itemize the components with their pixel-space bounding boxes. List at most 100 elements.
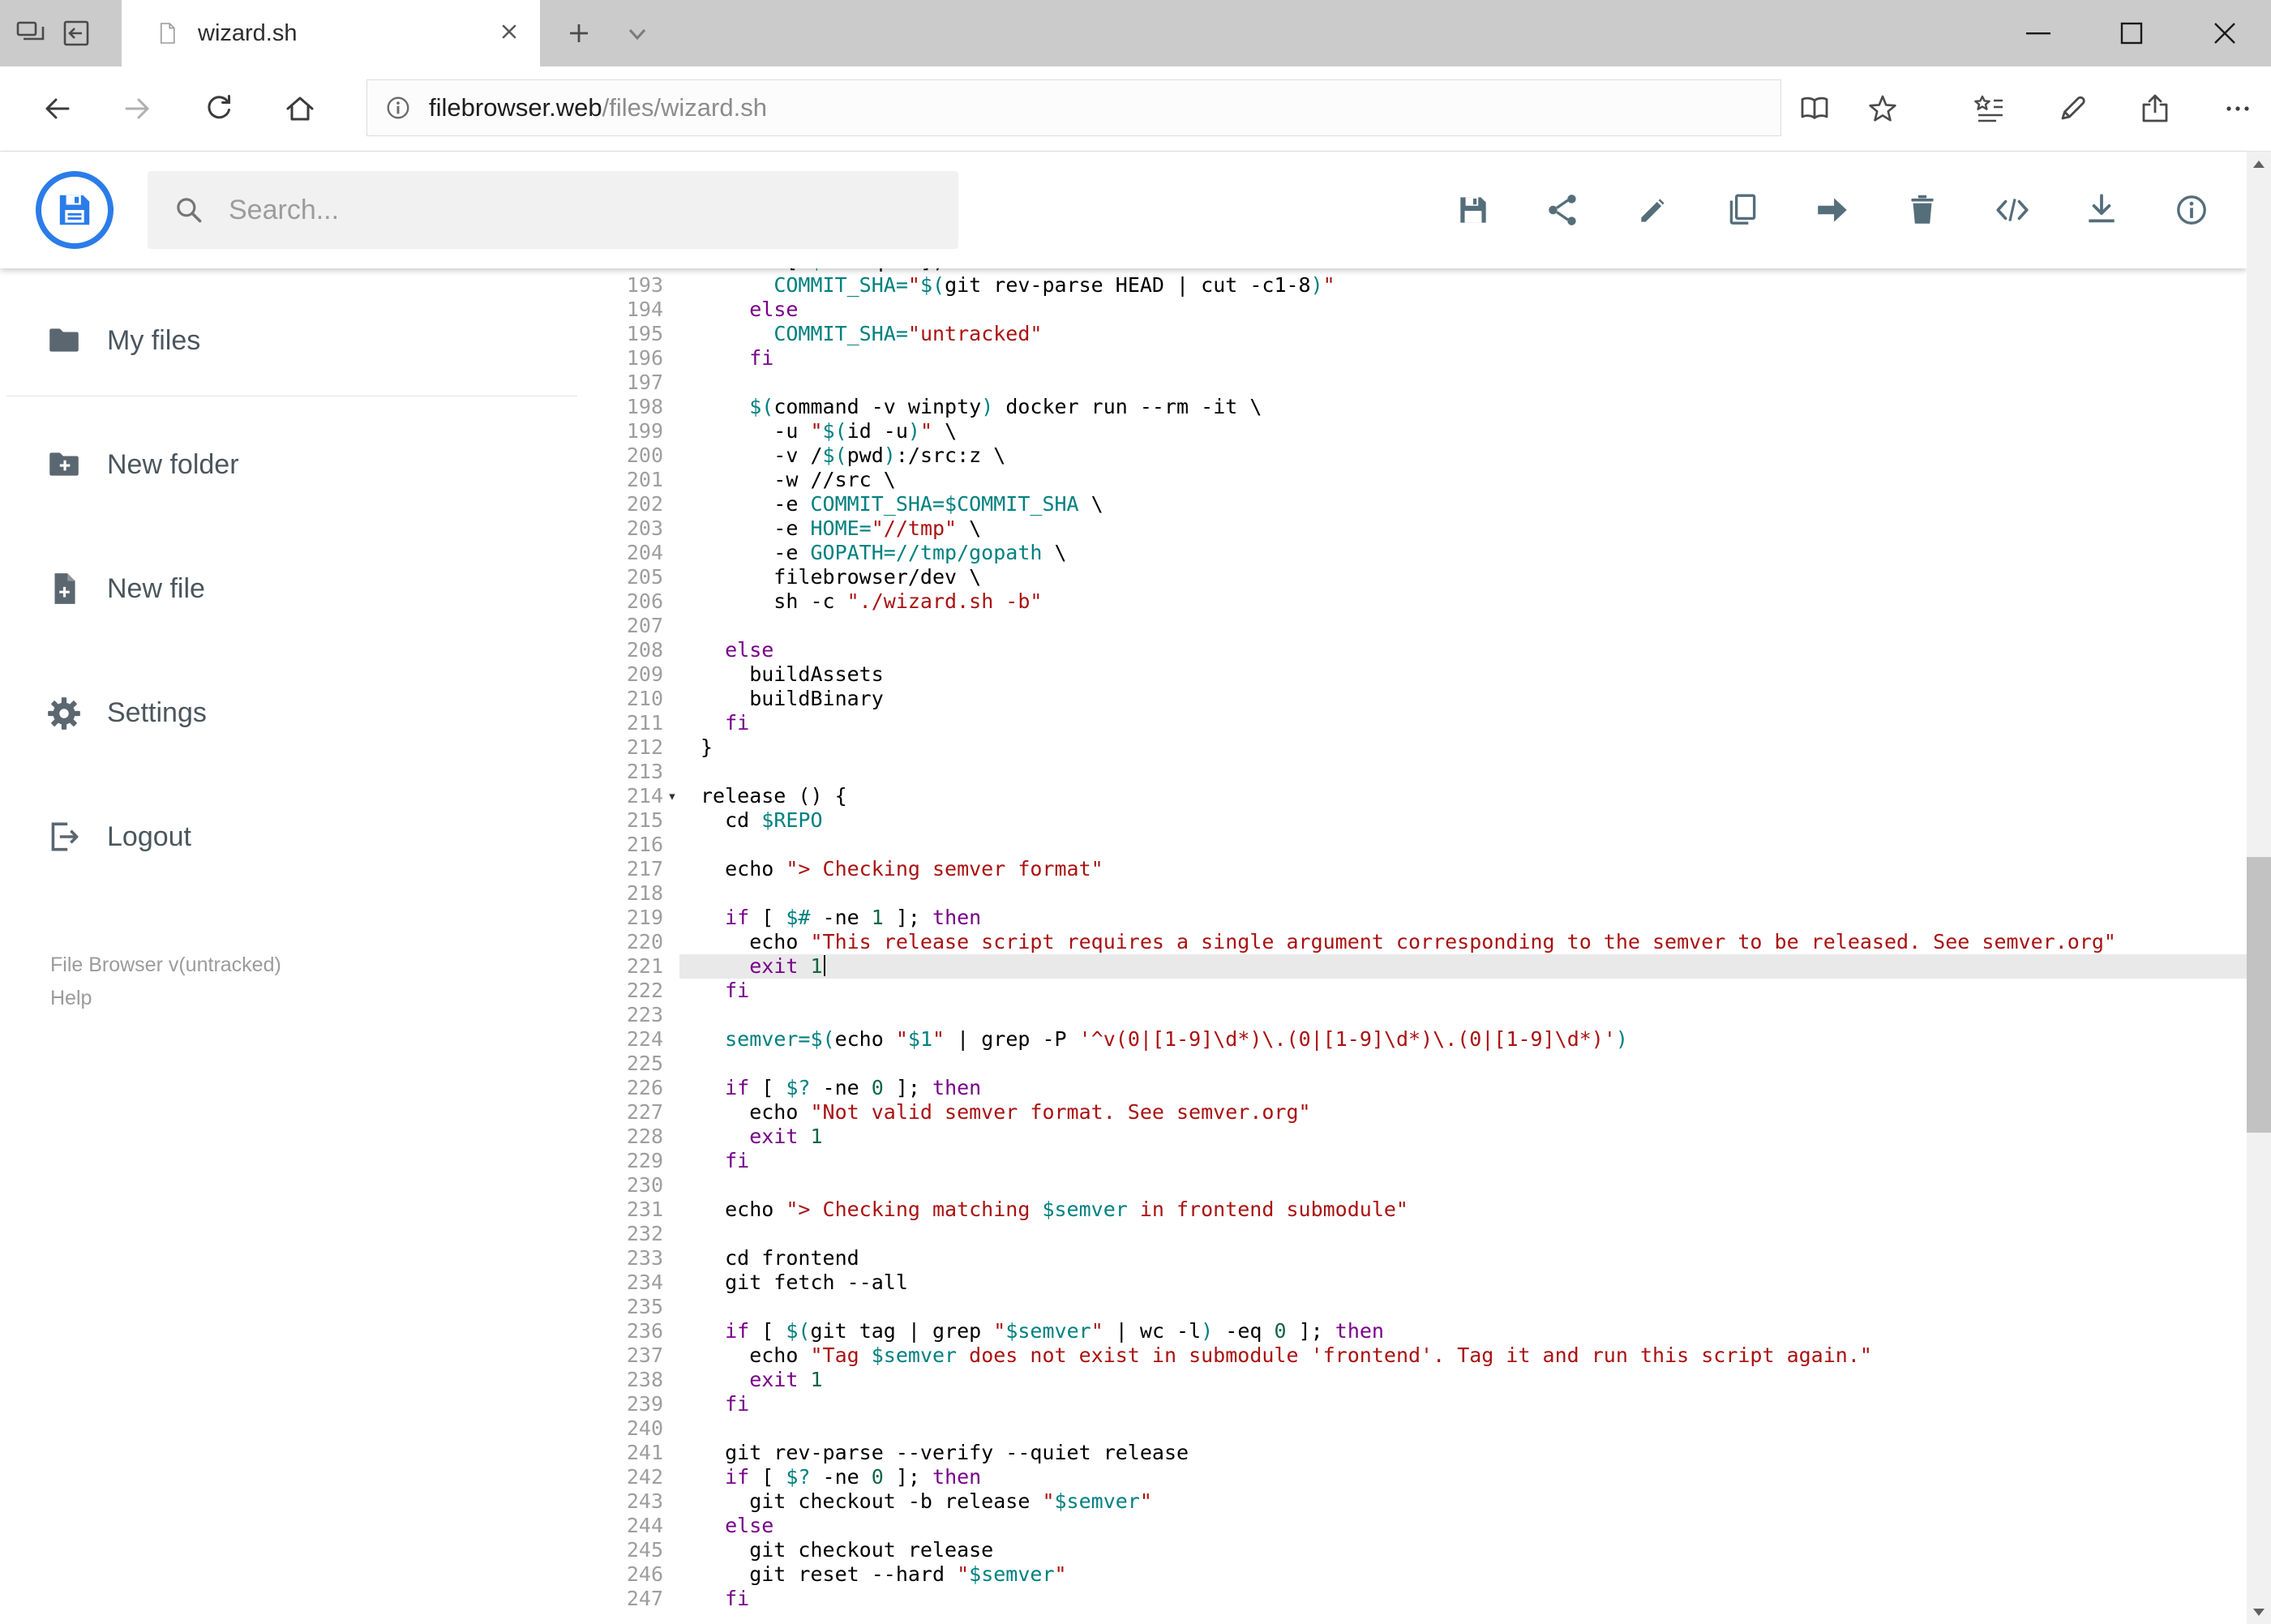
code-line-199[interactable]: 199 -u "$(id -u)" \ (616, 419, 2247, 443)
code-line-217[interactable]: 217 echo "> Checking semver format" (616, 857, 2247, 881)
browser-tab[interactable]: wizard.sh (122, 0, 540, 66)
code-line-237[interactable]: 237 echo "Tag $semver does not exist in … (616, 1343, 2247, 1368)
maximize-button[interactable] (2085, 0, 2178, 66)
code-line-196[interactable]: 196 fi (616, 346, 2247, 371)
code-line-220[interactable]: 220 echo "This release script requires a… (616, 930, 2247, 954)
code-line-209[interactable]: 209 buildAssets (616, 662, 2247, 687)
refresh-icon[interactable] (201, 91, 237, 126)
site-info-icon[interactable] (382, 92, 414, 124)
code-line-222[interactable]: 222 fi (616, 979, 2247, 1003)
forward-icon[interactable] (120, 91, 156, 126)
home-icon[interactable] (282, 91, 318, 126)
code-line-193[interactable]: 193 COMMIT_SHA="$(git rev-parse HEAD | c… (616, 273, 2247, 298)
web-note-icon[interactable] (2055, 91, 2090, 126)
help-link[interactable]: Help (50, 987, 92, 1010)
code-line-224[interactable]: 224 semver=$(echo "$1" | grep -P '^v(0|[… (616, 1027, 2247, 1052)
code-line-215[interactable]: 215 cd $REPO (616, 808, 2247, 833)
code-line-197[interactable]: 197 (616, 371, 2247, 395)
code-line-236[interactable]: 236 if [ $(git tag | grep "$semver" | wc… (616, 1319, 2247, 1343)
code-line-204[interactable]: 204 -e GOPATH=//tmp/gopath \ (616, 541, 2247, 565)
code-line-201[interactable]: 201 -w //src \ (616, 468, 2247, 492)
sidebar-item-new-file[interactable]: New file (0, 555, 584, 623)
code-line-247[interactable]: 247 fi (616, 1587, 2247, 1611)
scroll-down-arrow[interactable] (2247, 1600, 2271, 1624)
code-line-195[interactable]: 195 COMMIT_SHA="untracked" (616, 322, 2247, 346)
share-button[interactable] (1541, 188, 1585, 232)
code-line-205[interactable]: 205 filebrowser/dev \ (616, 565, 2247, 589)
minimize-button[interactable] (1991, 0, 2085, 66)
code-line-233[interactable]: 233 cd frontend (616, 1246, 2247, 1270)
move-button[interactable] (1810, 188, 1854, 232)
code-line-212[interactable]: 212} (616, 735, 2247, 760)
code-line-208[interactable]: 208 else (616, 638, 2247, 662)
code-line-219[interactable]: 219 if [ $# -ne 1 ]; then (616, 906, 2247, 930)
fold-gutter (663, 1125, 681, 1149)
sidebar-item-my-files[interactable]: My files (0, 306, 584, 375)
code-line-216[interactable]: 216 (616, 833, 2247, 857)
code-line-245[interactable]: 245 git checkout release (616, 1538, 2247, 1562)
fold-arrow-icon[interactable]: ▾ (663, 784, 681, 808)
close-button[interactable] (2178, 0, 2271, 66)
code-line-229[interactable]: 229 fi (616, 1149, 2247, 1173)
code-line-198[interactable]: 198 $(command -v winpty) docker run --rm… (616, 395, 2247, 419)
code-editor[interactable]: 192 if [ $? -eq 0 ]; then193 COMMIT_SHA=… (616, 268, 2247, 1624)
code-view-button[interactable] (1990, 188, 2034, 232)
code-line-218[interactable]: 218 (616, 881, 2247, 906)
code-line-238[interactable]: 238 exit 1 (616, 1368, 2247, 1392)
close-tab-icon[interactable] (493, 15, 529, 51)
delete-button[interactable] (1900, 188, 1944, 232)
tab-dropdown-icon[interactable] (619, 15, 655, 51)
code-line-228[interactable]: 228 exit 1 (616, 1125, 2247, 1149)
save-button[interactable] (1451, 188, 1495, 232)
new-tab-icon[interactable] (561, 15, 597, 51)
more-options-icon[interactable] (2220, 91, 2256, 126)
code-line-243[interactable]: 243 git checkout -b release "$semver" (616, 1489, 2247, 1514)
code-line-194[interactable]: 194 else (616, 298, 2247, 322)
vertical-scrollbar[interactable] (2247, 152, 2271, 1624)
hub-icon[interactable] (1972, 91, 2007, 126)
code-line-240[interactable]: 240 (616, 1416, 2247, 1441)
code-line-211[interactable]: 211 fi (616, 711, 2247, 735)
search-input[interactable] (227, 193, 919, 227)
code-line-207[interactable]: 207 (616, 614, 2247, 638)
code-line-213[interactable]: 213 (616, 760, 2247, 784)
sidebar-item-new-folder[interactable]: New folder (0, 431, 584, 499)
address-bar[interactable]: filebrowser.web/files/wizard.sh (366, 79, 1781, 136)
code-line-232[interactable]: 232 (616, 1222, 2247, 1246)
filebrowser-logo[interactable] (36, 171, 114, 249)
code-line-241[interactable]: 241 git rev-parse --verify --quiet relea… (616, 1441, 2247, 1465)
code-line-227[interactable]: 227 echo "Not valid semver format. See s… (616, 1100, 2247, 1125)
code-line-210[interactable]: 210 buildBinary (616, 687, 2247, 711)
code-line-223[interactable]: 223 (616, 1003, 2247, 1027)
set-tabs-aside-icon[interactable] (58, 15, 94, 51)
code-line-246[interactable]: 246 git reset --hard "$semver" (616, 1562, 2247, 1587)
code-line-202[interactable]: 202 -e COMMIT_SHA=$COMMIT_SHA \ (616, 492, 2247, 516)
code-line-206[interactable]: 206 sh -c "./wizard.sh -b" (616, 589, 2247, 614)
scrollbar-thumb[interactable] (2247, 857, 2271, 1133)
code-line-235[interactable]: 235 (616, 1295, 2247, 1319)
code-line-230[interactable]: 230 (616, 1173, 2247, 1198)
download-button[interactable] (2080, 188, 2123, 232)
code-line-225[interactable]: 225 (616, 1052, 2247, 1076)
favorite-star-icon[interactable] (1865, 91, 1900, 126)
code-line-214[interactable]: 214 ▾ release () { (616, 784, 2247, 808)
code-line-242[interactable]: 242 if [ $? -ne 0 ]; then (616, 1465, 2247, 1489)
reading-view-icon[interactable] (1797, 91, 1832, 126)
code-line-231[interactable]: 231 echo "> Checking matching $semver in… (616, 1198, 2247, 1222)
back-icon[interactable] (39, 91, 75, 126)
code-line-203[interactable]: 203 -e HOME="//tmp" \ (616, 516, 2247, 541)
code-line-244[interactable]: 244 else (616, 1514, 2247, 1538)
sidebar-item-logout[interactable]: Logout (0, 803, 584, 871)
code-line-226[interactable]: 226 if [ $? -ne 0 ]; then (616, 1076, 2247, 1100)
share-icon[interactable] (2137, 91, 2173, 126)
sidebar-item-settings[interactable]: Settings (0, 679, 584, 747)
rename-button[interactable] (1631, 188, 1675, 232)
tab-preview-icon[interactable] (13, 15, 49, 51)
code-line-234[interactable]: 234 git fetch --all (616, 1270, 2247, 1295)
code-line-221[interactable]: 221 exit 1 (616, 954, 2247, 979)
scroll-up-arrow[interactable] (2247, 152, 2271, 176)
code-line-239[interactable]: 239 fi (616, 1392, 2247, 1416)
copy-button[interactable] (1720, 188, 1764, 232)
code-line-200[interactable]: 200 -v /$(pwd):/src:z \ (616, 443, 2247, 468)
info-button[interactable] (2170, 188, 2213, 232)
